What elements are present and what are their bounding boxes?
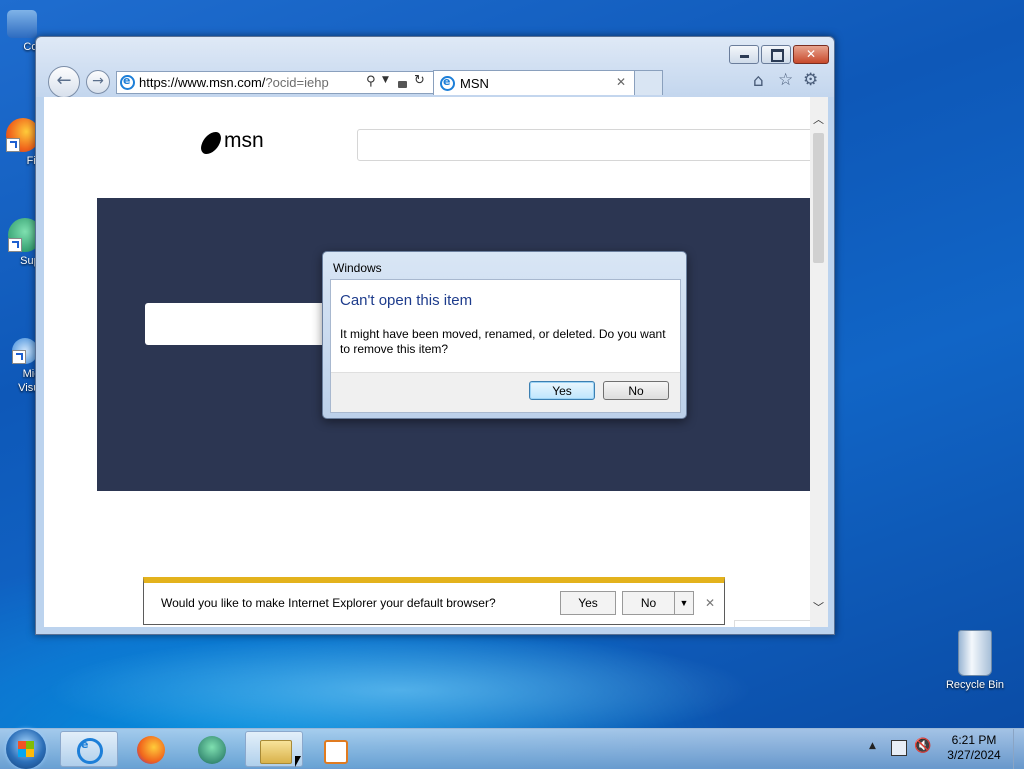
windows-logo-icon	[18, 741, 34, 757]
refresh-icon[interactable]: ↻	[414, 73, 425, 88]
msn-tab-icon	[440, 75, 455, 91]
clock-date: 3/27/2024	[947, 748, 1001, 762]
dialog-title: Windows	[333, 261, 382, 275]
back-button[interactable]: ←	[48, 66, 80, 98]
volume-muted-icon[interactable]: 🔇	[914, 738, 931, 754]
dialog-yes-button[interactable]: Yes	[529, 381, 595, 400]
minimize-button[interactable]	[729, 45, 759, 64]
desktop-icon-recycle-bin[interactable]: Recycle Bin	[938, 630, 1012, 691]
taskbar-internet-explorer[interactable]	[60, 731, 118, 767]
scroll-down-icon[interactable]: ﹀	[813, 599, 824, 615]
tab-close-icon[interactable]: ✕	[616, 75, 626, 89]
panel-input[interactable]	[145, 303, 345, 345]
mouse-cursor-icon	[295, 756, 301, 767]
dialog-message-area: Can't open this item It might have been …	[331, 280, 680, 373]
dialog-no-button[interactable]: No	[603, 381, 669, 400]
close-button[interactable]: ✕	[793, 45, 829, 64]
internet-explorer-icon	[77, 738, 103, 764]
scroll-up-icon[interactable]: ︿	[813, 111, 824, 127]
dropdown-arrow-icon[interactable]: ▼	[382, 75, 389, 85]
notification-no-button[interactable]: No	[622, 591, 675, 615]
butterfly-icon	[199, 132, 223, 154]
msn-logo-text: msn	[224, 129, 264, 152]
notification-yes-button[interactable]: Yes	[560, 591, 616, 615]
media-player-icon	[324, 740, 348, 764]
dialog-heading: Can't open this item	[340, 292, 473, 309]
forward-button[interactable]: →	[86, 70, 110, 94]
computer-icon	[7, 10, 37, 38]
settings-gear-icon[interactable]: ⚙	[803, 70, 818, 90]
lock-icon[interactable]	[398, 81, 407, 88]
home-icon[interactable]: ⌂	[753, 71, 764, 91]
clock-time: 6:21 PM	[951, 733, 997, 747]
notification-close-icon[interactable]: ✕	[705, 596, 715, 610]
restore-button[interactable]	[761, 45, 791, 64]
recycle-bin-icon	[958, 630, 992, 676]
tab-title: MSN	[460, 76, 489, 91]
firefox-icon	[137, 736, 165, 764]
network-icon[interactable]	[891, 740, 907, 756]
vertical-scrollbar[interactable]: ︿ ﹀	[810, 97, 828, 627]
notification-no-dropdown-icon[interactable]: ▼	[674, 591, 694, 615]
dialog-message: It might have been moved, renamed, or de…	[340, 327, 666, 356]
favorites-icon[interactable]: ☆	[778, 70, 793, 90]
clock[interactable]: 6:21 PM 3/27/2024	[938, 733, 1010, 763]
search-icon[interactable]: ⚲	[366, 74, 376, 89]
show-desktop-button[interactable]	[1013, 729, 1024, 769]
taskbar-media-player[interactable]	[306, 731, 364, 767]
bottom-box	[734, 620, 810, 627]
show-hidden-icons[interactable]: ▲	[869, 741, 876, 751]
notification-message: Would you like to make Internet Explorer…	[161, 596, 496, 610]
taskbar-app[interactable]	[183, 731, 241, 767]
dialog-body: Can't open this item It might have been …	[330, 279, 681, 413]
error-dialog: Windows Can't open this item It might ha…	[322, 251, 687, 419]
taskbar: ▲ 🔇 6:21 PM 3/27/2024	[0, 728, 1024, 769]
taskbar-firefox[interactable]	[121, 731, 179, 767]
desktop-icon-label: Recycle Bin	[945, 679, 1005, 691]
new-tab-button[interactable]	[634, 70, 663, 95]
app-icon	[198, 736, 226, 764]
browser-tab[interactable]: MSN ✕	[433, 70, 635, 95]
url-path: ?ocid=iehp	[265, 75, 329, 90]
default-browser-notification: Would you like to make Internet Explorer…	[143, 577, 725, 625]
ie-page-icon	[120, 74, 135, 90]
folder-icon	[260, 740, 292, 764]
search-input[interactable]	[357, 129, 810, 161]
start-button[interactable]	[6, 729, 46, 769]
url-host: https://www.msn.com/	[139, 75, 266, 90]
scrollbar-thumb[interactable]	[813, 133, 824, 263]
address-url: https://www.msn.com/?ocid=iehp	[139, 75, 329, 90]
address-bar[interactable]: https://www.msn.com/?ocid=iehp ⚲ ▼ ↻	[116, 71, 468, 94]
